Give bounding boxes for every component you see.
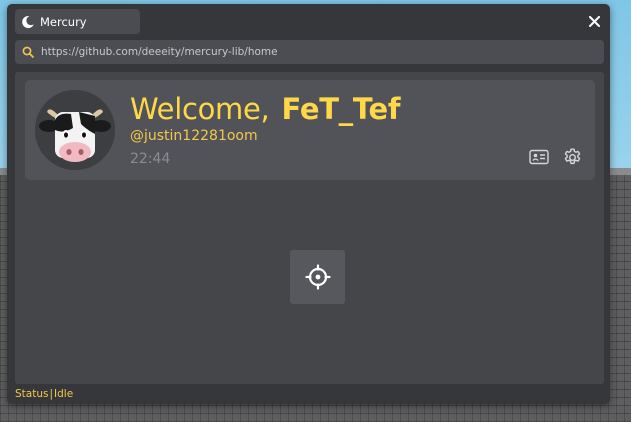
status-bar: Status | Idle bbox=[15, 387, 73, 401]
mercury-window: Mercury https://github.com/deeeity/mercu… bbox=[7, 4, 610, 404]
home-page: Welcome, FeT_Tef @justin12281oom 22:44 bbox=[15, 72, 604, 384]
avatar bbox=[35, 90, 115, 170]
settings-button[interactable] bbox=[561, 146, 583, 168]
moon-icon bbox=[21, 15, 35, 29]
clock-time: 22:44 bbox=[130, 151, 171, 167]
url-bar[interactable]: https://github.com/deeeity/mercury-lib/h… bbox=[15, 40, 604, 64]
user-handle: @justin12281oom bbox=[130, 128, 258, 144]
welcome-heading: Welcome, FeT_Tef bbox=[130, 92, 400, 132]
title-tab: Mercury bbox=[15, 9, 140, 34]
search-icon bbox=[22, 46, 34, 58]
welcome-text: Welcome, bbox=[130, 92, 270, 126]
locate-button[interactable] bbox=[290, 250, 345, 304]
status-label: Status bbox=[15, 388, 49, 400]
id-card-button[interactable] bbox=[528, 146, 550, 168]
id-card-icon bbox=[529, 149, 549, 165]
display-name: FeT_Tef bbox=[281, 92, 401, 126]
url-text[interactable]: https://github.com/deeeity/mercury-lib/h… bbox=[41, 46, 278, 58]
status-value: Idle bbox=[54, 388, 74, 400]
close-button[interactable] bbox=[586, 13, 602, 29]
crosshair-icon bbox=[304, 264, 331, 290]
close-icon bbox=[588, 15, 600, 27]
status-separator: | bbox=[49, 388, 54, 400]
window-title: Mercury bbox=[40, 14, 87, 29]
gear-icon bbox=[564, 147, 580, 164]
profile-card: Welcome, FeT_Tef @justin12281oom 22:44 bbox=[25, 80, 595, 180]
title-bar[interactable]: Mercury bbox=[7, 4, 610, 40]
